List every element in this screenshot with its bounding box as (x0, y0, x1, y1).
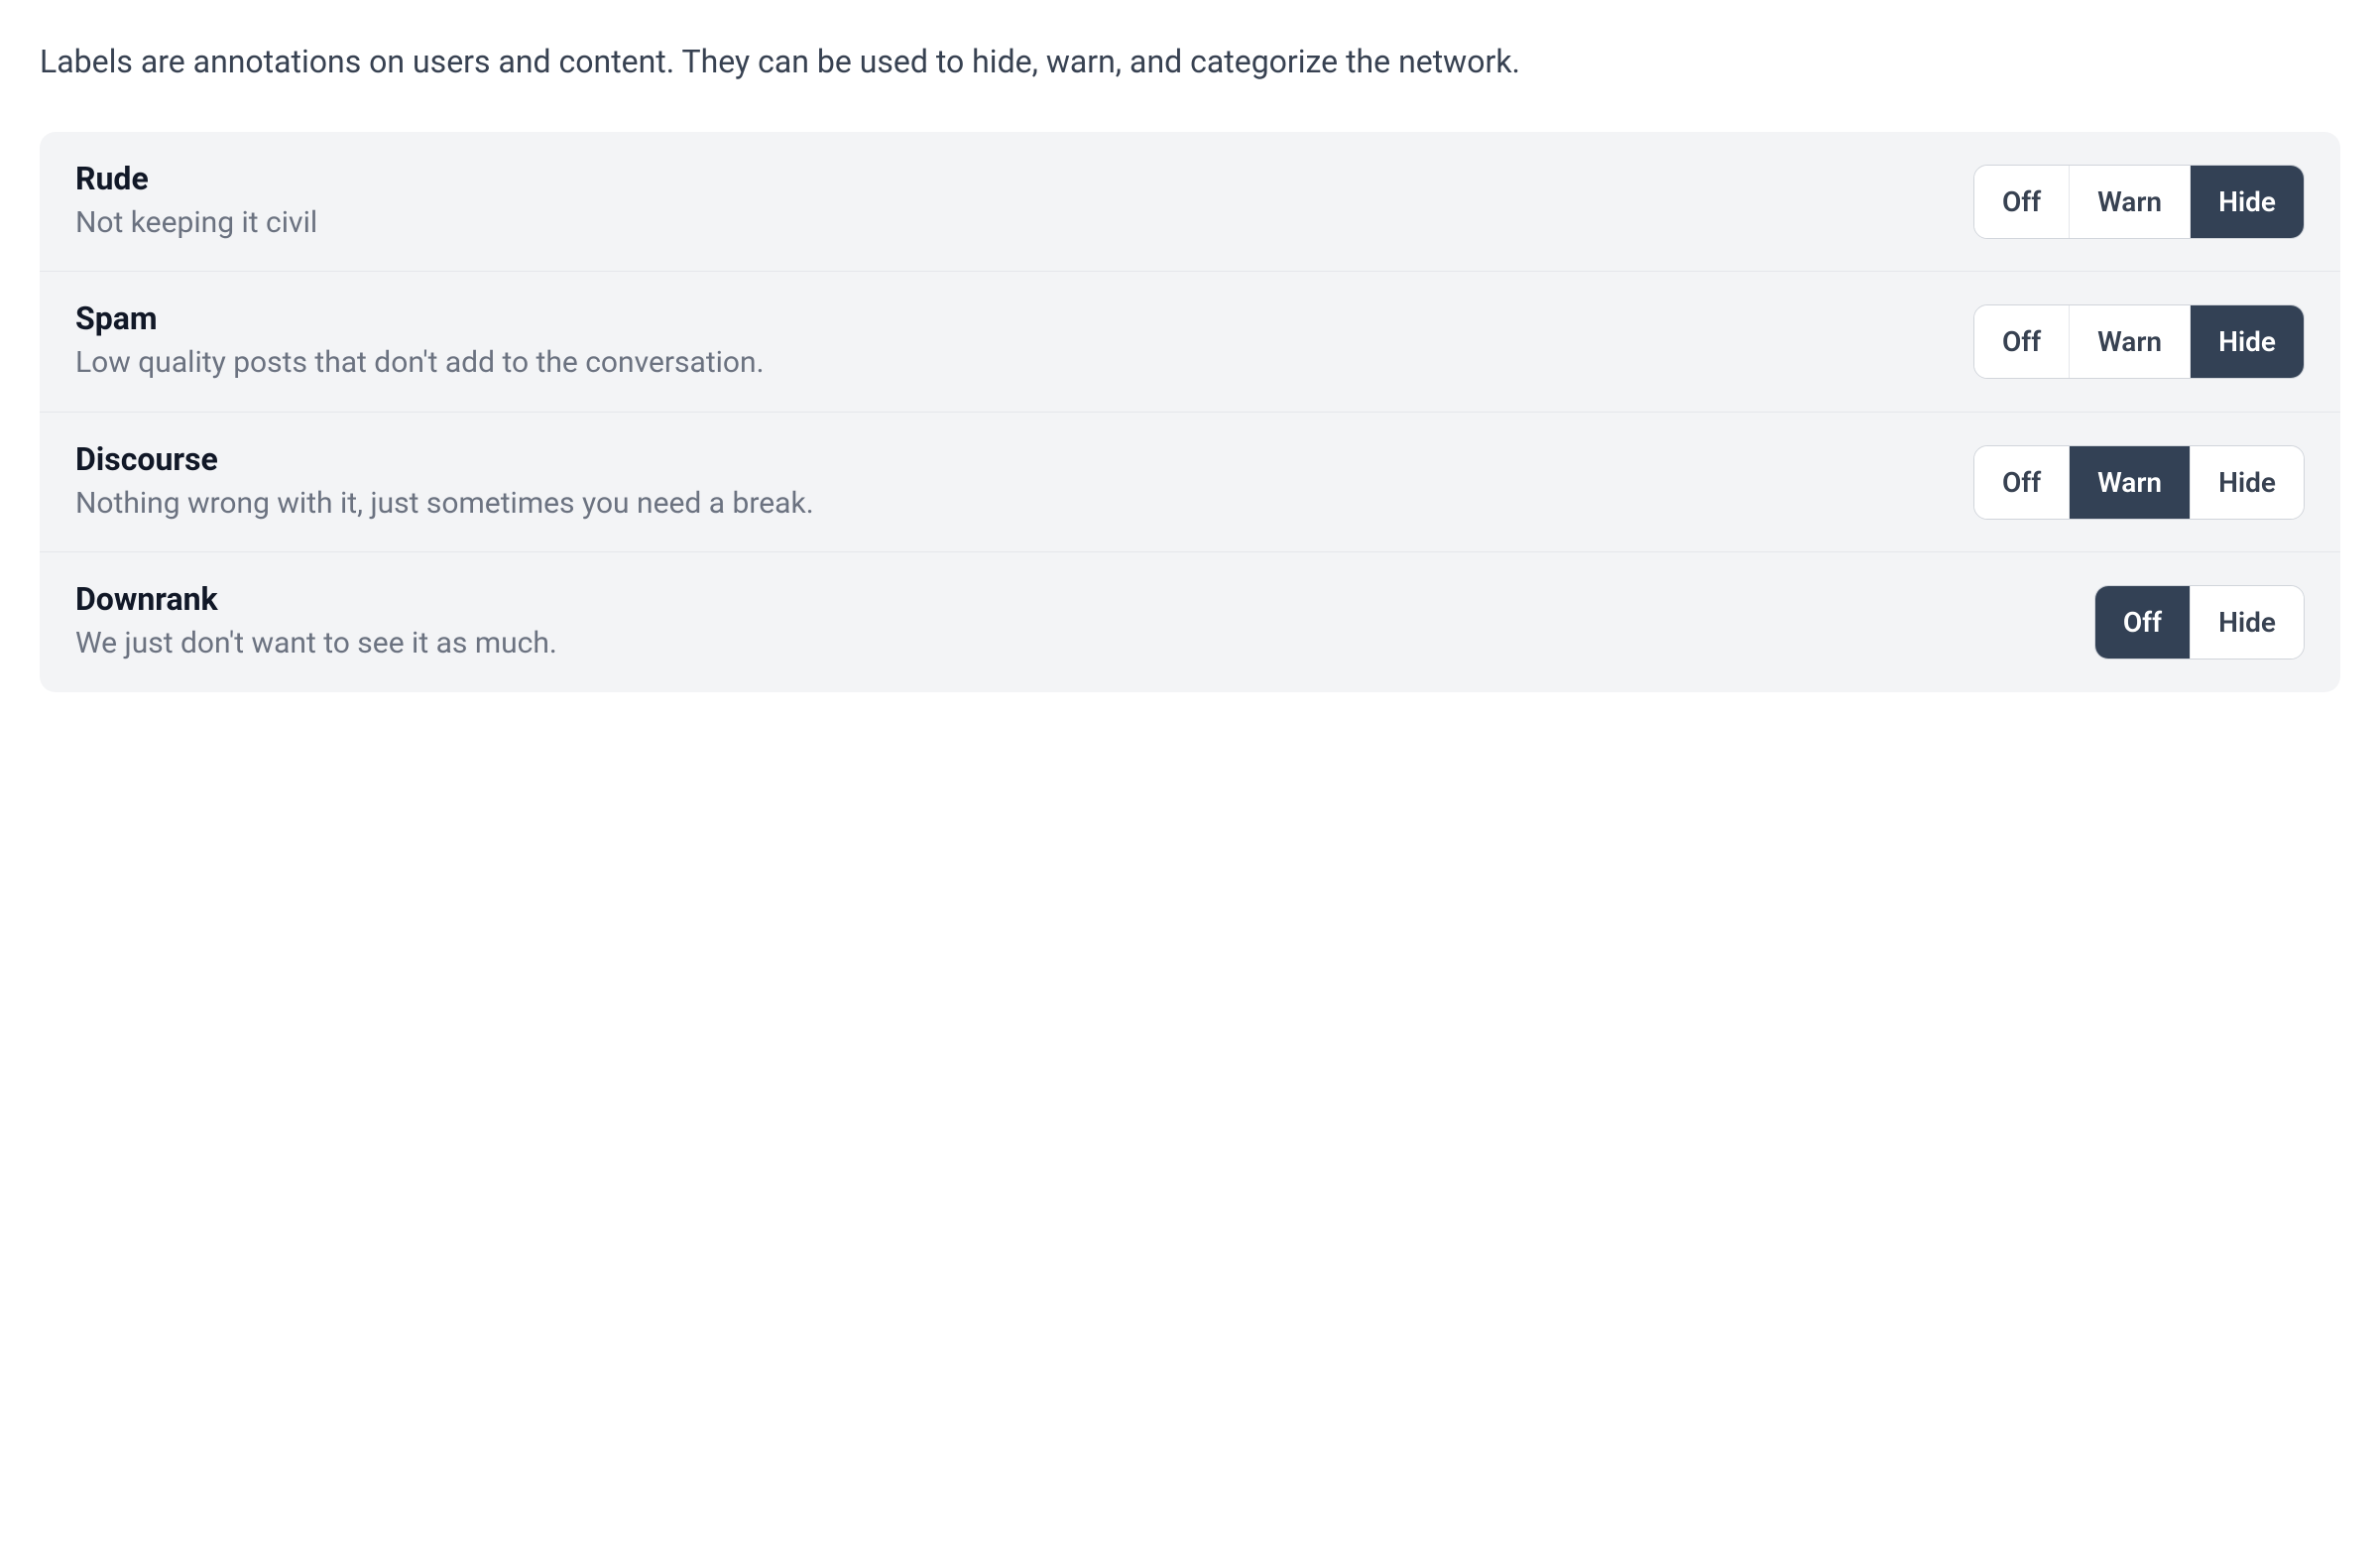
label-title: Rude (75, 160, 1942, 197)
label-desc: Not keeping it civil (75, 203, 1942, 244)
labels-panel: Rude Not keeping it civil Off Warn Hide … (40, 132, 2340, 692)
toggle-off[interactable]: Off (2095, 586, 2190, 659)
labels-description: Labels are annotations on users and cont… (40, 40, 2340, 84)
label-toggle-spam: Off Warn Hide (1973, 304, 2305, 379)
label-text: Spam Low quality posts that don't add to… (75, 300, 1942, 384)
toggle-off[interactable]: Off (1974, 446, 2069, 519)
label-toggle-downrank: Off Hide (2094, 585, 2305, 660)
label-row-rude: Rude Not keeping it civil Off Warn Hide (40, 132, 2340, 273)
label-desc: Nothing wrong with it, just sometimes yo… (75, 484, 1942, 525)
label-title: Discourse (75, 440, 1942, 478)
toggle-off[interactable]: Off (1974, 166, 2069, 238)
toggle-hide[interactable]: Hide (2190, 586, 2304, 659)
toggle-hide[interactable]: Hide (2190, 305, 2304, 378)
label-desc: We just don't want to see it as much. (75, 624, 2063, 664)
label-row-spam: Spam Low quality posts that don't add to… (40, 272, 2340, 413)
toggle-hide[interactable]: Hide (2190, 166, 2304, 238)
toggle-warn[interactable]: Warn (2069, 305, 2190, 378)
label-text: Rude Not keeping it civil (75, 160, 1942, 244)
toggle-warn[interactable]: Warn (2069, 166, 2190, 238)
label-row-downrank: Downrank We just don't want to see it as… (40, 552, 2340, 692)
label-toggle-discourse: Off Warn Hide (1973, 445, 2305, 520)
toggle-off[interactable]: Off (1974, 305, 2069, 378)
label-desc: Low quality posts that don't add to the … (75, 343, 1942, 384)
label-toggle-rude: Off Warn Hide (1973, 165, 2305, 239)
toggle-warn[interactable]: Warn (2069, 446, 2190, 519)
label-title: Spam (75, 300, 1942, 337)
label-text: Discourse Nothing wrong with it, just so… (75, 440, 1942, 525)
label-text: Downrank We just don't want to see it as… (75, 580, 2063, 664)
toggle-hide[interactable]: Hide (2190, 446, 2304, 519)
label-row-discourse: Discourse Nothing wrong with it, just so… (40, 413, 2340, 553)
label-title: Downrank (75, 580, 2063, 618)
